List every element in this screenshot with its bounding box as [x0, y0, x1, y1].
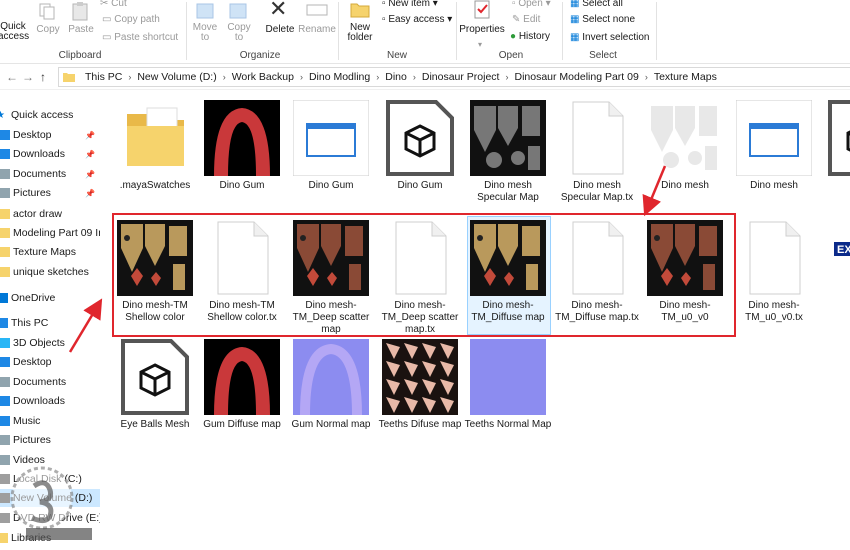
file-explorer-window: Quick access Copy Paste ✂ Cut ▭ Copy pat… — [0, 0, 850, 550]
left-arrow — [68, 298, 103, 353]
watermark-logo — [10, 466, 92, 540]
annotation-arrows — [68, 165, 667, 353]
top-arrow — [642, 165, 667, 217]
